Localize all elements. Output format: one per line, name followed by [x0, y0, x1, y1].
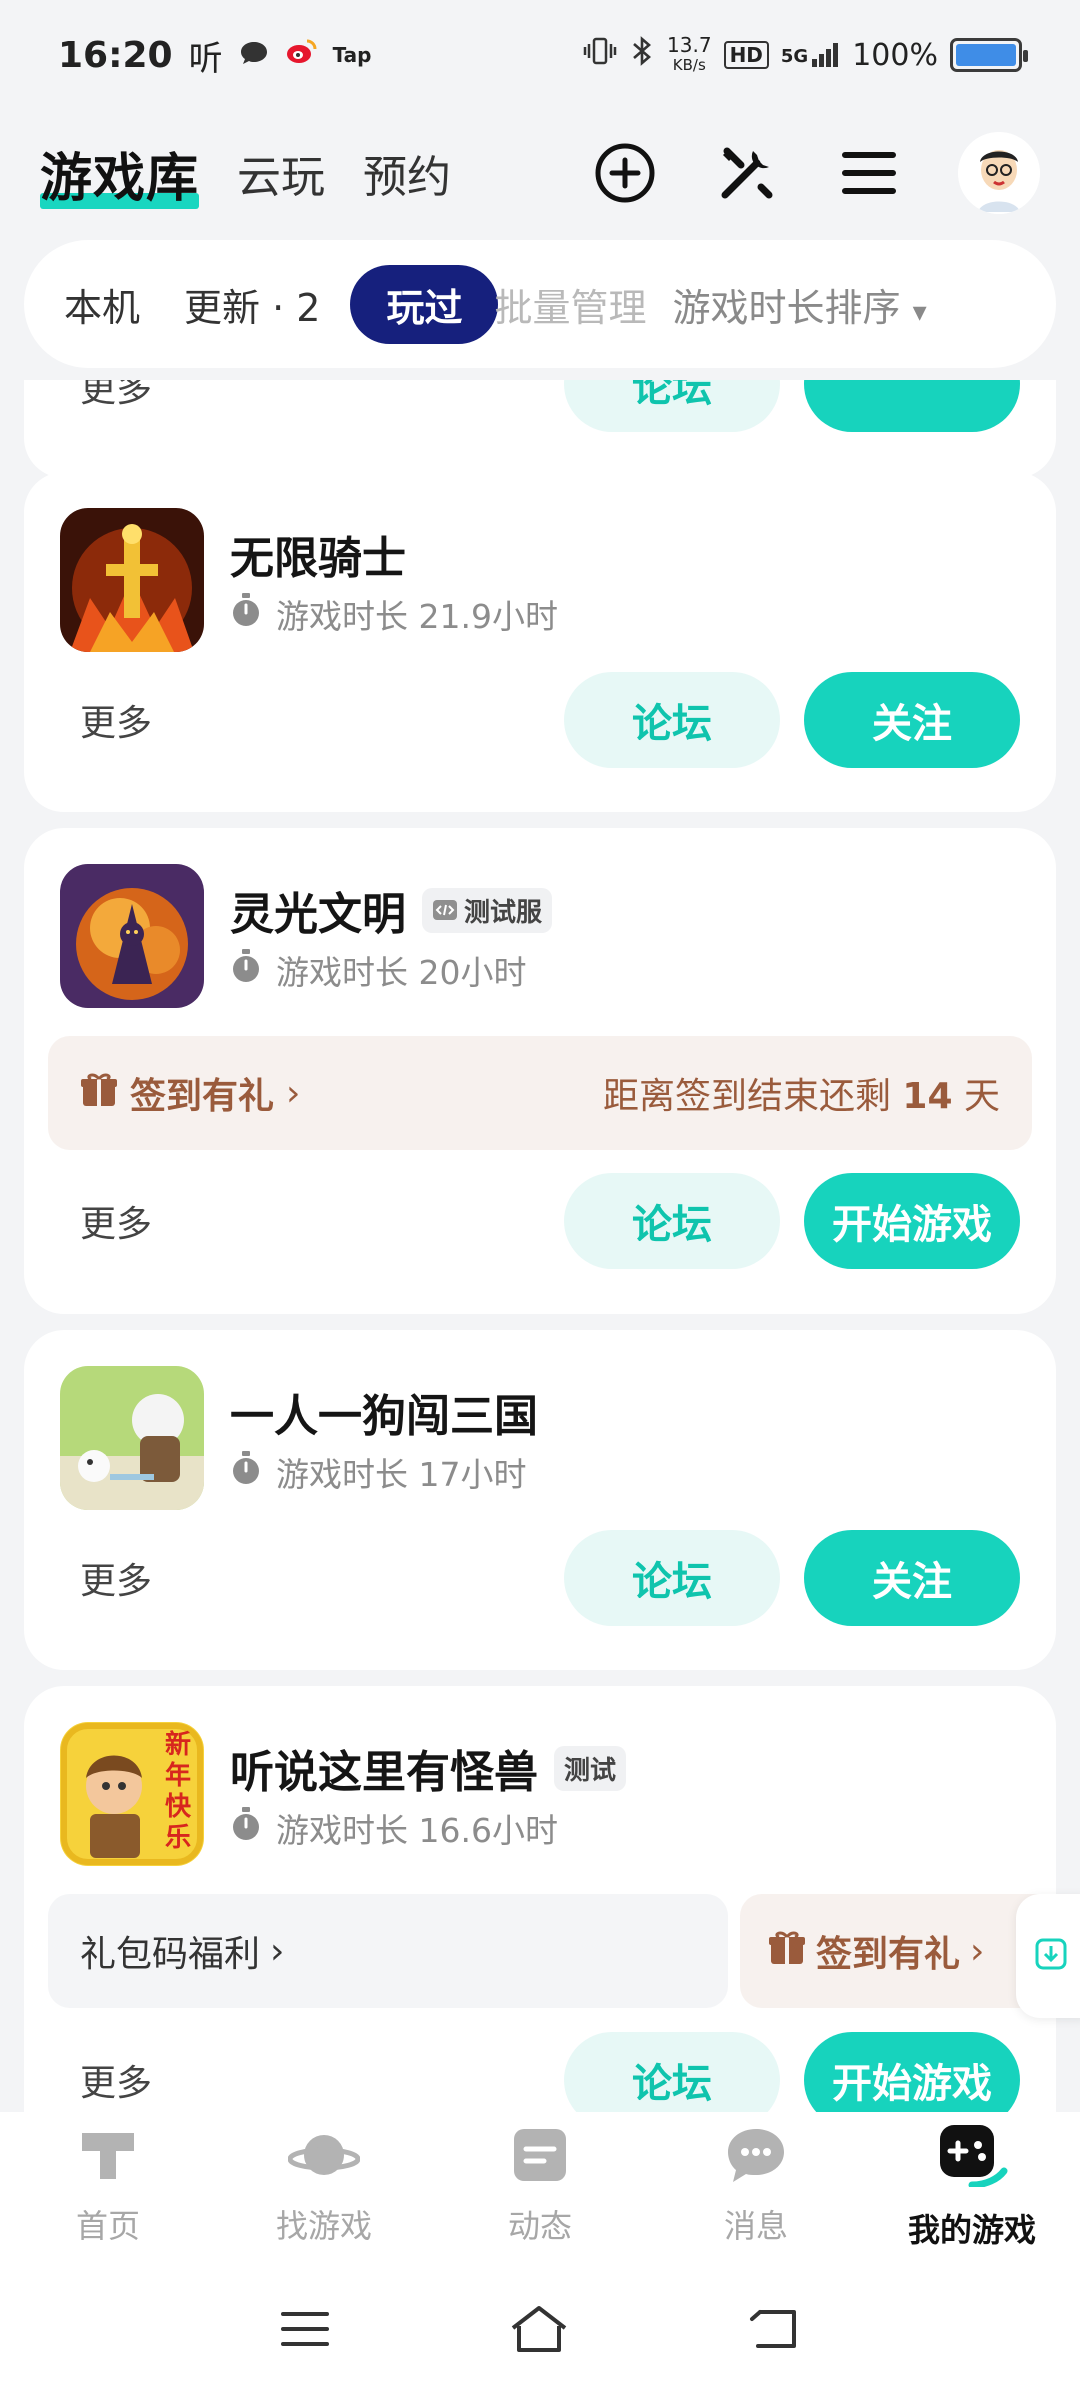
playtime: 游戏时长 20小时	[230, 946, 526, 994]
chat-notification-icon	[239, 35, 269, 75]
game-icon-wuxian	[60, 508, 204, 652]
game-icon-lingguang	[60, 864, 204, 1008]
recent-apps-icon[interactable]	[280, 2309, 330, 2353]
follow-button[interactable]: 关注	[804, 1530, 1020, 1626]
more-button[interactable]: 更多	[80, 1195, 152, 1247]
chevron-right-icon: ›	[970, 1930, 985, 1972]
game-card[interactable]: 无限骑士 游戏时长 21.9小时 更多 论坛 关注	[24, 472, 1056, 812]
signin-banner[interactable]: 签到有礼 › 距离签到结束还剩 14 天	[48, 1036, 1032, 1150]
nav-home[interactable]: 首页	[18, 2127, 198, 2247]
tools-icon[interactable]	[714, 140, 780, 206]
tab-reservation[interactable]: 预约	[363, 141, 451, 205]
tab-game-library[interactable]: 游戏库	[40, 136, 200, 211]
download-icon	[1034, 1937, 1068, 1975]
tab-cloud-play[interactable]: 云玩	[237, 141, 325, 205]
forum-button[interactable]: 论坛	[564, 380, 780, 432]
download-manager-button[interactable]	[1016, 1894, 1080, 2018]
filter-chip-updates[interactable]: 更新 · 2	[184, 277, 320, 332]
signin-countdown: 距离签到结束还剩 14 天	[602, 1076, 1000, 1117]
stopwatch-icon	[230, 1450, 262, 1494]
playtime: 游戏时长 21.9小时	[230, 590, 558, 638]
nav-my-games[interactable]: 我的游戏	[882, 2123, 1062, 2251]
filter-bar: 本机 更新 · 2 玩过 批量管理 游戏时长排序 ▾	[24, 240, 1056, 368]
forum-button[interactable]: 论坛	[564, 1530, 780, 1626]
sort-dropdown[interactable]: 游戏时长排序 ▾	[672, 277, 926, 332]
hd-badge: HD	[723, 41, 769, 69]
stopwatch-icon	[230, 948, 262, 992]
menu-icon[interactable]	[836, 140, 902, 206]
game-icon-tingshuo: 新年快乐	[60, 1722, 204, 1866]
vibrate-icon	[583, 36, 617, 74]
signin-banner[interactable]: 签到有礼 ›	[740, 1894, 1056, 2008]
system-nav-bar	[0, 2262, 1080, 2400]
network-speed: 13.7 KB/s	[667, 33, 712, 74]
action-button[interactable]	[804, 380, 1020, 432]
planet-icon	[287, 2127, 361, 2191]
follow-button[interactable]: 关注	[804, 672, 1020, 768]
gamepad-icon	[932, 2123, 1012, 2195]
test-tag: 测试	[554, 1745, 627, 1791]
game-title: 无限骑士	[230, 533, 406, 584]
gift-code-banner[interactable]: 礼包码福利 ›	[48, 1894, 728, 2008]
game-list: 更多 论坛 无限骑士 游戏时长 21.9小时 更多 论坛 关注 灵光文明 测试服…	[24, 380, 1056, 2112]
battery-text: 100%	[852, 37, 938, 73]
message-icon	[725, 2127, 787, 2191]
more-button[interactable]: 更多	[80, 380, 152, 412]
game-icon-yirenyigou	[60, 1366, 204, 1510]
tap-notification: Tap	[332, 43, 372, 67]
battery-icon	[950, 38, 1028, 72]
playtime: 游戏时长 17小时	[230, 1448, 526, 1496]
listen-label: 听	[188, 38, 223, 79]
add-icon[interactable]	[592, 140, 658, 206]
gift-icon	[768, 1928, 806, 1975]
weibo-notification-icon	[285, 35, 317, 75]
signal-icon: 5G	[781, 43, 840, 67]
game-card-partial: 更多 论坛	[24, 380, 1056, 478]
stopwatch-icon	[230, 592, 262, 636]
more-button[interactable]: 更多	[80, 2054, 152, 2106]
icon-caption: 新年快乐	[164, 1730, 191, 1853]
game-title: 听说这里有怪兽 测试	[230, 1736, 627, 1800]
filter-chip-local[interactable]: 本机	[64, 277, 140, 332]
app-header: 游戏库 云玩 预约	[0, 110, 1080, 236]
game-title: 灵光文明 测试服	[230, 878, 553, 942]
game-title: 一人一狗闯三国	[230, 1391, 538, 1442]
filter-chip-played[interactable]: 玩过	[350, 264, 499, 344]
back-icon[interactable]	[748, 2306, 800, 2356]
gift-icon	[80, 1070, 118, 1117]
chevron-down-icon: ▾	[912, 294, 927, 328]
feed-icon	[510, 2127, 570, 2191]
status-bar: 16:20 听 Tap 13.7 KB/s HD 5G 100%	[0, 0, 1080, 110]
home-icon	[78, 2127, 138, 2191]
nav-feed[interactable]: 动态	[450, 2127, 630, 2247]
avatar[interactable]	[958, 132, 1040, 214]
nav-find-games[interactable]: 找游戏	[234, 2127, 414, 2247]
forum-button[interactable]: 论坛	[564, 672, 780, 768]
test-server-tag: 测试服	[422, 887, 553, 933]
forum-button[interactable]: 论坛	[564, 2032, 780, 2112]
playtime: 游戏时长 16.6小时	[230, 1804, 558, 1852]
chevron-right-icon: ›	[270, 1930, 285, 1972]
game-card[interactable]: 新年快乐 听说这里有怪兽 测试 游戏时长 16.6小时 礼包码福利 › 签到有礼…	[24, 1686, 1056, 2112]
more-button[interactable]: 更多	[80, 694, 152, 746]
game-card[interactable]: 灵光文明 测试服 游戏时长 20小时 签到有礼 › 距离签到结束还剩 14 天 …	[24, 828, 1056, 1314]
bottom-nav: 首页 找游戏 动态 消息 我的游戏	[0, 2112, 1080, 2262]
home-nav-icon[interactable]	[509, 2304, 569, 2358]
forum-button[interactable]: 论坛	[564, 1173, 780, 1269]
stopwatch-icon	[230, 1806, 262, 1850]
bluetooth-icon	[629, 35, 655, 75]
nav-messages[interactable]: 消息	[666, 2127, 846, 2247]
chevron-right-icon: ›	[286, 1072, 301, 1114]
game-card[interactable]: 一人一狗闯三国 游戏时长 17小时 更多 论坛 关注	[24, 1330, 1056, 1670]
more-button[interactable]: 更多	[80, 1552, 152, 1604]
start-game-button[interactable]: 开始游戏	[804, 1173, 1020, 1269]
start-game-button[interactable]: 开始游戏	[804, 2032, 1020, 2112]
status-time: 16:20	[58, 34, 173, 76]
batch-manage-button[interactable]: 批量管理	[494, 277, 646, 332]
